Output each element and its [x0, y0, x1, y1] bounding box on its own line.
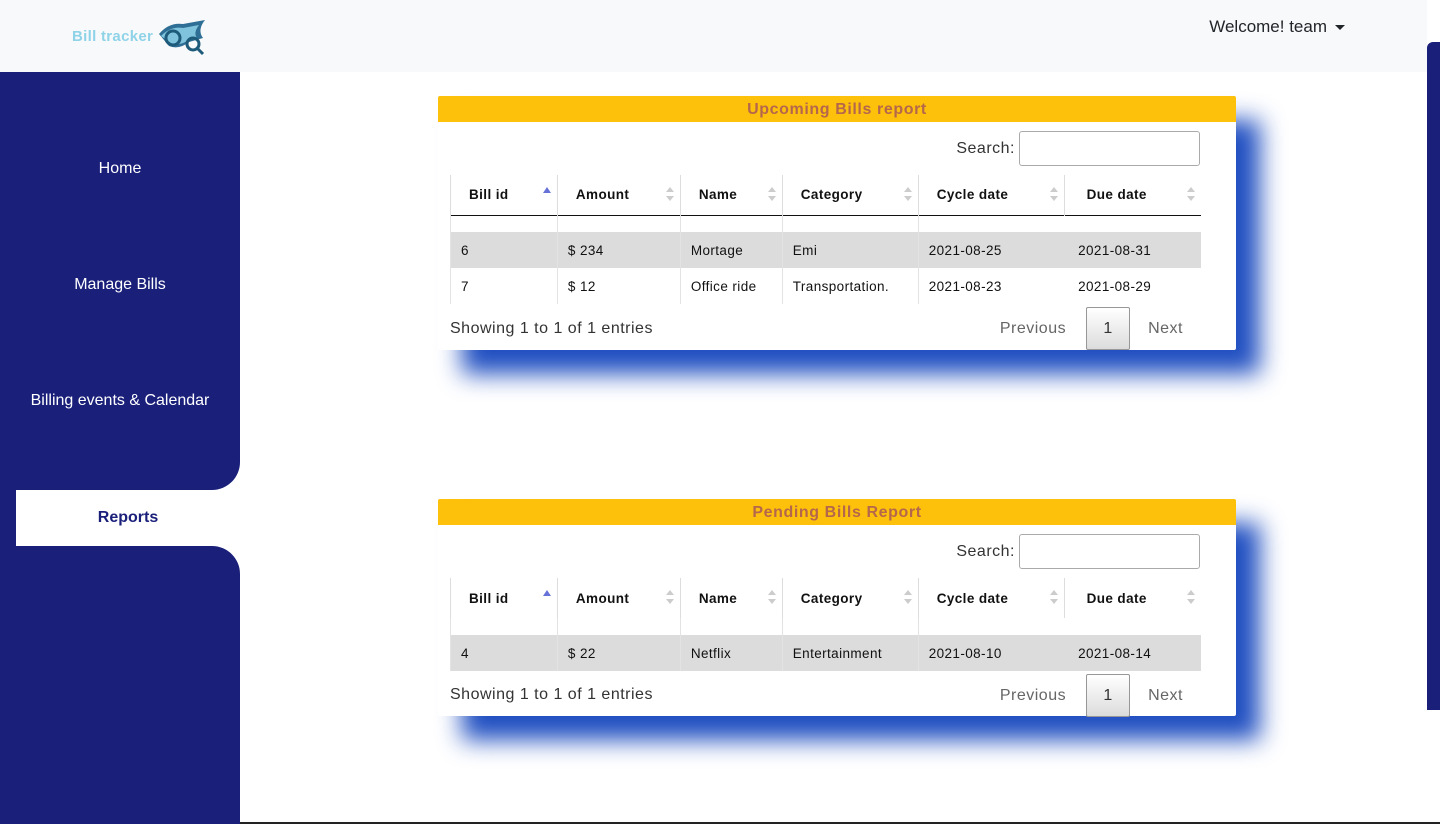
app-logo[interactable]: Bill tracker — [72, 16, 211, 56]
pending-bills-table: Bill id Amount Name Category Cycle date … — [450, 578, 1201, 671]
user-menu-dropdown[interactable]: Welcome! team — [1209, 17, 1345, 37]
page-1-button[interactable]: 1 — [1086, 674, 1131, 717]
pagination: Previous 1 Next — [1000, 674, 1183, 717]
sidebar-item-home[interactable]: Home — [0, 160, 240, 178]
column-header-amount[interactable]: Amount — [556, 578, 681, 618]
sort-asc-icon — [542, 187, 551, 193]
search-row: Search: — [956, 534, 1200, 569]
column-header-due-date[interactable]: Due date — [1063, 578, 1201, 618]
logo-text: Bill tracker — [72, 27, 154, 45]
search-label: Search: — [956, 139, 1015, 157]
next-page-button[interactable]: Next — [1148, 320, 1183, 338]
table-row[interactable]: 7 $ 12 Office ride Transportation. 2021-… — [450, 268, 1202, 304]
welcome-text: Welcome! team — [1209, 17, 1327, 36]
cell-name: Office ride — [679, 268, 783, 304]
cell-category: Emi — [781, 232, 919, 268]
table-info: Showing 1 to 1 of 1 entries — [450, 686, 653, 703]
column-header-category[interactable]: Category — [781, 175, 919, 215]
pending-bills-panel: Pending Bills Report Search: Bill id Amo… — [438, 499, 1236, 717]
sidebar-item-label: Home — [98, 160, 142, 177]
search-label: Search: — [956, 542, 1015, 560]
page-1-button[interactable]: 1 — [1086, 307, 1131, 350]
sort-icon — [903, 187, 912, 203]
cell-bill-id: 7 — [450, 268, 558, 304]
column-header-cycle-date[interactable]: Cycle date — [917, 175, 1065, 215]
sidebar-item-billing-events[interactable]: Billing events & Calendar — [0, 392, 240, 410]
cell-due-date: 2021-08-14 — [1064, 635, 1201, 671]
cell-name: Mortage — [679, 232, 783, 268]
search-input[interactable] — [1019, 534, 1200, 569]
table-info: Showing 1 to 1 of 1 entries — [450, 320, 653, 337]
search-row: Search: — [956, 131, 1200, 166]
upcoming-bills-panel: Upcoming Bills report Search: Bill id Am… — [438, 96, 1236, 350]
active-tab-curve-bottom — [0, 546, 240, 590]
table-row[interactable]: 4 $ 22 Netflix Entertainment 2021-08-10 … — [450, 635, 1201, 671]
column-header-name[interactable]: Name — [679, 175, 783, 215]
cell-amount: $ 22 — [556, 635, 681, 671]
active-tab-curve-top — [0, 446, 240, 490]
cell-name: Netflix — [679, 635, 783, 671]
previous-page-button[interactable]: Previous — [1000, 687, 1066, 705]
sort-icon — [1049, 187, 1058, 203]
sidebar-item-label: Reports — [97, 509, 159, 526]
column-header-due-date[interactable]: Due date — [1063, 175, 1201, 215]
sort-icon — [1187, 590, 1195, 606]
panel-title: Upcoming Bills report — [438, 96, 1236, 122]
sort-icon — [1187, 187, 1195, 203]
cell-cycle-date: 2021-08-10 — [917, 635, 1065, 671]
cell-amount: $ 234 — [556, 232, 681, 268]
sidebar-item-label: Manage Bills — [74, 276, 166, 293]
sidebar-item-label: Billing events & Calendar — [30, 392, 210, 409]
cell-due-date: 2021-08-29 — [1078, 278, 1152, 294]
cell-cycle-date: 2021-08-25 — [917, 232, 1065, 268]
column-header-bill-id[interactable]: Bill id — [450, 578, 558, 618]
sidebar: Home Manage Bills Billing events & Calen… — [0, 72, 240, 824]
panel-title: Pending Bills Report — [438, 499, 1236, 525]
search-input[interactable] — [1019, 131, 1200, 166]
sort-icon — [1049, 590, 1058, 606]
sort-icon — [665, 187, 674, 203]
edge-accent-bar — [1427, 42, 1440, 710]
column-header-category[interactable]: Category — [781, 578, 919, 618]
cell-bill-id: 6 — [450, 232, 558, 268]
cell-category: Entertainment — [781, 635, 919, 671]
cell-cycle-date: 2021-08-23 — [917, 268, 1065, 304]
sort-icon — [767, 187, 776, 203]
table-row[interactable]: 6 $ 234 Mortage Emi 2021-08-25 2021-08-3… — [450, 232, 1201, 268]
upcoming-bills-table: Bill id Amount Name Category Cycle date … — [450, 175, 1201, 304]
active-tab-edge — [0, 490, 16, 546]
sort-icon — [903, 590, 912, 606]
next-page-button[interactable]: Next — [1148, 687, 1183, 705]
sort-icon — [767, 590, 776, 606]
column-header-amount[interactable]: Amount — [556, 175, 681, 215]
sort-asc-icon — [542, 590, 551, 596]
cell-bill-id: 4 — [450, 635, 558, 671]
cell-due-date: 2021-08-31 — [1064, 232, 1201, 268]
cell-amount: $ 12 — [556, 268, 681, 304]
sort-icon — [665, 590, 674, 606]
pagination: Previous 1 Next — [1000, 307, 1183, 350]
column-header-cycle-date[interactable]: Cycle date — [917, 578, 1065, 618]
top-navbar: Bill tracker Welcome! team — [0, 0, 1427, 72]
caret-down-icon — [1335, 24, 1345, 30]
previous-page-button[interactable]: Previous — [1000, 320, 1066, 338]
column-header-bill-id[interactable]: Bill id — [450, 175, 558, 215]
bill-scroll-icon — [159, 20, 206, 56]
sidebar-item-reports[interactable]: Reports — [16, 490, 240, 546]
cell-category: Transportation. — [781, 268, 919, 304]
column-header-name[interactable]: Name — [679, 578, 783, 618]
sidebar-item-manage-bills[interactable]: Manage Bills — [0, 276, 240, 294]
